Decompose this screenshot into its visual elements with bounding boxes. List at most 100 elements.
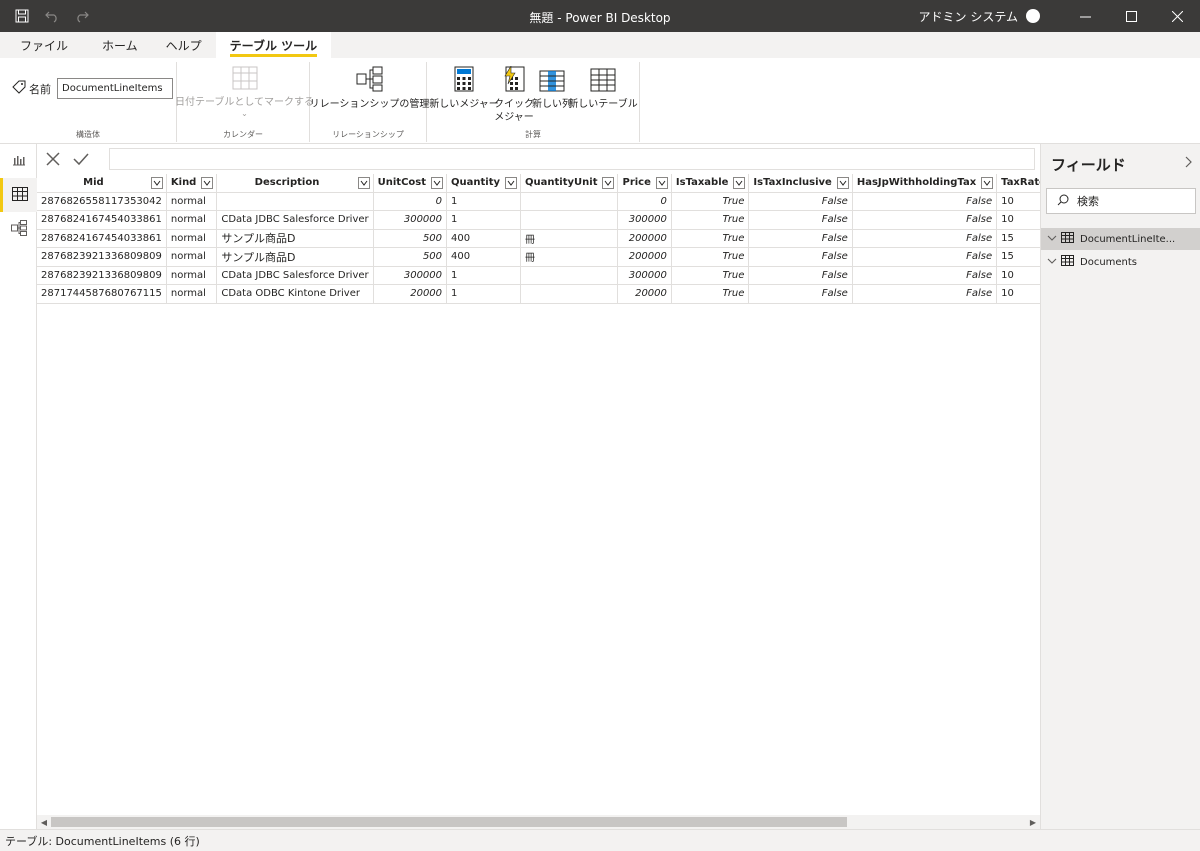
mark-date-table-button[interactable]: 日付テーブルとしてマークする ⌄ <box>175 66 314 118</box>
table-name-input[interactable] <box>57 78 173 99</box>
save-icon[interactable] <box>14 8 30 24</box>
column-header-quantity[interactable]: Quantity <box>446 174 522 193</box>
cell-istaxinclusive[interactable]: False <box>748 247 853 267</box>
cell-hasjpwithholdingtax[interactable]: False <box>852 229 998 248</box>
table-row[interactable]: 2876824167454033861 normal サンプル商品D 500 400 冊 2… <box>37 229 1040 248</box>
column-header-hasjpwithholdingtax[interactable]: HasJpWithholdingTax <box>852 174 998 193</box>
cell-quantityunit[interactable] <box>520 210 619 230</box>
cell-quantityunit[interactable] <box>520 192 619 211</box>
cell-quantityunit[interactable] <box>520 266 619 285</box>
scroll-thumb[interactable] <box>51 817 847 827</box>
cell-istaxable[interactable]: True <box>671 247 750 267</box>
filter-dropdown-icon[interactable] <box>836 177 849 189</box>
fields-search-input[interactable]: 検索 <box>1046 188 1196 214</box>
column-header-unitcost[interactable]: UnitCost <box>373 174 448 193</box>
cell-unitcost[interactable]: 500 <box>373 247 448 267</box>
filter-dropdown-icon[interactable] <box>733 177 746 189</box>
cell-mid[interactable]: 2876824167454033861 <box>37 210 167 230</box>
cell-kind[interactable]: normal <box>166 229 218 248</box>
cell-quantity[interactable]: 400 <box>446 229 522 248</box>
filter-dropdown-icon[interactable] <box>981 177 994 189</box>
filter-dropdown-icon[interactable] <box>505 177 518 189</box>
new-measure-button[interactable]: 新しいメジャー <box>429 66 499 111</box>
cell-unitcost[interactable]: 20000 <box>373 284 448 304</box>
report-view-button[interactable] <box>0 144 37 178</box>
cell-price[interactable]: 300000 <box>617 210 672 230</box>
chevron-down-icon[interactable] <box>1047 257 1057 268</box>
cell-istaxable[interactable]: True <box>671 284 750 304</box>
cell-kind[interactable]: normal <box>166 284 218 304</box>
column-header-mid[interactable]: Mid <box>37 174 167 193</box>
cell-quantity[interactable]: 1 <box>446 210 522 230</box>
cell-istaxinclusive[interactable]: False <box>748 210 853 230</box>
cell-taxrate[interactable]: 10 <box>996 284 1040 304</box>
column-header-description[interactable]: Description <box>216 174 374 193</box>
cell-taxrate[interactable]: 15 <box>996 229 1040 248</box>
field-table-documentlineitems[interactable]: DocumentLineIte... <box>1041 228 1200 250</box>
table-row[interactable]: 2876823921336809809 normal CData JDBC Sale… <box>37 266 1040 285</box>
cell-description[interactable]: CData JDBC Salesforce Driver <box>216 210 374 230</box>
cell-istaxinclusive[interactable]: False <box>748 284 853 304</box>
cell-price[interactable]: 200000 <box>617 247 672 267</box>
cell-quantity[interactable]: 400 <box>446 247 522 267</box>
cell-description[interactable]: サンプル商品D <box>216 247 374 267</box>
minimize-button[interactable] <box>1062 0 1108 32</box>
model-view-button[interactable] <box>0 212 37 246</box>
filter-dropdown-icon[interactable] <box>431 177 444 189</box>
cell-mid[interactable]: 2876826558117353042 <box>37 192 167 211</box>
table-row[interactable]: 2871744587680767115 normal CData ODBC Kint… <box>37 284 1040 304</box>
manage-relationships-button[interactable]: リレーションシップの管理 <box>310 66 429 111</box>
redo-icon[interactable] <box>74 8 90 24</box>
column-header-price[interactable]: Price <box>617 174 672 193</box>
cell-taxrate[interactable]: 10 <box>996 192 1040 211</box>
cell-quantityunit[interactable]: 冊 <box>520 229 619 248</box>
horizontal-scrollbar[interactable]: ◀ ▶ <box>37 815 1040 829</box>
cell-quantity[interactable]: 1 <box>446 192 522 211</box>
undo-icon[interactable] <box>44 8 60 24</box>
filter-dropdown-icon[interactable] <box>357 177 370 189</box>
data-view-button[interactable] <box>0 178 37 212</box>
cell-description[interactable]: CData ODBC Kintone Driver <box>216 284 374 304</box>
cell-unitcost[interactable]: 300000 <box>373 210 448 230</box>
cell-hasjpwithholdingtax[interactable]: False <box>852 284 998 304</box>
cell-unitcost[interactable]: 500 <box>373 229 448 248</box>
cell-unitcost[interactable]: 0 <box>373 192 448 211</box>
cell-mid[interactable]: 2871744587680767115 <box>37 284 167 304</box>
chevron-down-icon[interactable] <box>1047 234 1057 245</box>
column-header-taxrate[interactable]: TaxRate <box>996 174 1040 193</box>
cell-price[interactable]: 20000 <box>617 284 672 304</box>
cell-mid[interactable]: 2876823921336809809 <box>37 266 167 285</box>
cell-price[interactable]: 200000 <box>617 229 672 248</box>
tab-home[interactable]: ホーム <box>82 32 152 58</box>
maximize-button[interactable] <box>1108 0 1154 32</box>
cell-kind[interactable]: normal <box>166 247 218 267</box>
new-column-button[interactable]: 新しい列 <box>531 70 573 111</box>
cell-description[interactable]: CData JDBC Salesforce Driver <box>216 266 374 285</box>
scroll-left-icon[interactable]: ◀ <box>38 816 50 828</box>
cell-taxrate[interactable]: 10 <box>996 210 1040 230</box>
table-row[interactable]: 2876823921336809809 normal サンプル商品D 500 400 冊 2… <box>37 247 1040 267</box>
cell-description[interactable] <box>216 192 374 211</box>
cell-istaxable[interactable]: True <box>671 266 750 285</box>
cell-hasjpwithholdingtax[interactable]: False <box>852 247 998 267</box>
column-header-istaxable[interactable]: IsTaxable <box>671 174 750 193</box>
table-row[interactable]: 2876824167454033861 normal CData JDBC Sale… <box>37 210 1040 230</box>
cell-istaxinclusive[interactable]: False <box>748 192 853 211</box>
cell-quantity[interactable]: 1 <box>446 284 522 304</box>
cell-hasjpwithholdingtax[interactable]: False <box>852 210 998 230</box>
avatar[interactable] <box>1026 9 1040 23</box>
cell-hasjpwithholdingtax[interactable]: False <box>852 266 998 285</box>
formula-input[interactable] <box>109 148 1035 170</box>
cell-quantityunit[interactable]: 冊 <box>520 247 619 267</box>
cell-istaxable[interactable]: True <box>671 192 750 211</box>
cell-istaxable[interactable]: True <box>671 229 750 248</box>
field-table-documents[interactable]: Documents <box>1041 251 1200 273</box>
cell-description[interactable]: サンプル商品D <box>216 229 374 248</box>
filter-dropdown-icon[interactable] <box>201 177 214 189</box>
cell-kind[interactable]: normal <box>166 266 218 285</box>
cell-taxrate[interactable]: 10 <box>996 266 1040 285</box>
cell-mid[interactable]: 2876823921336809809 <box>37 247 167 267</box>
cell-hasjpwithholdingtax[interactable]: False <box>852 192 998 211</box>
column-header-kind[interactable]: Kind <box>166 174 218 193</box>
quick-measure-button[interactable]: クイック メジャー <box>494 64 534 124</box>
